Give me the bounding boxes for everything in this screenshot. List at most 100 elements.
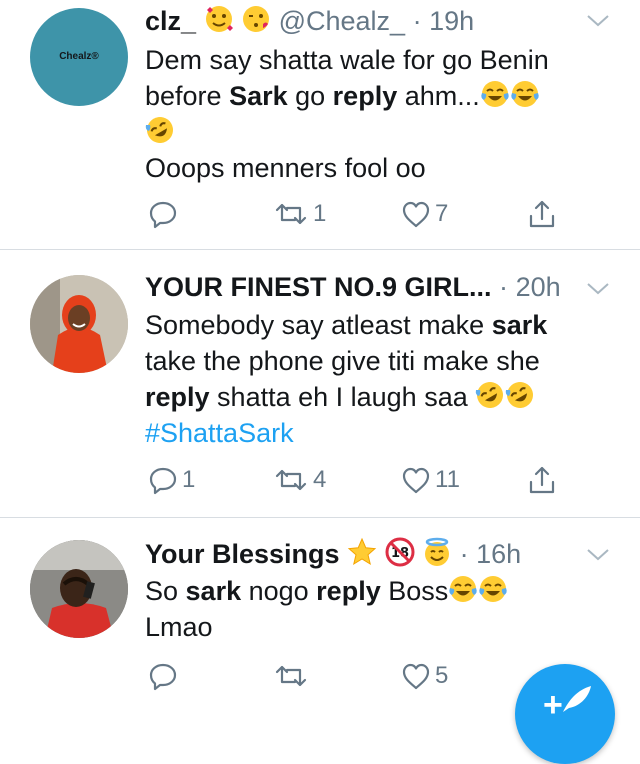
dot-separator: · [412,6,422,36]
tears-of-joy-emoji [481,81,509,107]
display-name[interactable]: YOUR FINEST NO.9 GIRL... [145,272,492,302]
like-count: 7 [435,200,449,227]
rolling-on-floor-laughing-emoji [476,382,504,408]
tweet-text: Dem say shatta wale for go Benin before … [145,42,600,186]
rolling-on-floor-laughing-emoji [145,117,173,143]
like-icon [402,467,430,494]
text-span: Ooops menners fool oo [145,153,426,183]
like-icon [402,663,430,690]
tears-of-joy-emoji [511,81,539,107]
feather-icon [563,686,591,712]
avatar[interactable] [30,275,128,373]
avatar-logo-text: Chealz® [59,51,99,62]
text-span: go [287,81,333,111]
display-name[interactable]: clz_ [145,6,196,36]
tweet-line [145,114,600,150]
avatar-photo [30,540,128,638]
face-blowing-kiss-emoji [243,6,270,32]
chevron-down-icon[interactable] [586,546,610,564]
like-button[interactable]: 5 [401,661,448,691]
compose-tweet-button[interactable]: + [515,664,615,764]
like-button[interactable]: 11 [401,465,460,495]
avatar[interactable]: Chealz® [30,8,128,106]
like-count: 11 [435,466,460,493]
retweet-count: 4 [313,466,327,493]
tweet-header: clz_ @Chealz_ · 19h [145,4,580,38]
reply-button[interactable]: 1 [148,465,195,495]
text-span: take the phone give titi make she [145,346,540,376]
display-name[interactable]: Your Blessings [145,539,340,569]
timestamp[interactable]: 19h [429,6,474,36]
tweet-line: Ooops menners fool oo [145,150,600,186]
retweet-icon [275,203,307,225]
chevron-down-icon[interactable] [586,12,610,30]
tweet[interactable]: YOUR FINEST NO.9 GIRL... · 20h Somebody … [0,250,640,518]
chevron-down-icon[interactable] [586,280,610,298]
tweet-line: before Sark go reply ahm... [145,78,600,114]
share-icon [529,200,555,228]
tweet-line: #ShattaSark [145,415,600,451]
tweet-line: reply shatta eh I laugh saa [145,379,600,415]
share-icon [529,466,555,494]
retweet-icon [275,469,307,491]
timestamp[interactable]: 16h [476,539,521,569]
smiling-face-with-halo-emoji [425,537,450,566]
highlight-text: reply [145,382,210,412]
reply-icon [149,467,177,495]
text-span: Boss [380,576,449,606]
avatar[interactable] [30,540,128,638]
reply-button[interactable] [148,661,182,691]
tweet-text: Somebody say atleast make sark take the … [145,307,600,451]
tweet-header: Your Blessings 18 · 16h [145,537,580,571]
dot-separator: · [459,539,469,569]
text-span: before [145,81,230,111]
like-button[interactable]: 7 [401,199,448,229]
no-one-under-eighteen-emoji: 18 [385,537,415,567]
like-count: 5 [435,662,449,689]
tweet-actions: 5 [145,661,565,691]
tweet-actions: 1 7 [145,199,565,229]
reply-button[interactable] [148,199,182,229]
retweet-button[interactable]: 1 [273,199,326,229]
share-button[interactable] [527,199,557,229]
retweet-button[interactable] [273,661,313,691]
tweet[interactable]: Chealz® clz_ @Chealz_ · 19h Dem say shat… [0,0,640,250]
highlight-text: sark [185,576,242,606]
tweet-line: Somebody say atleast make sark [145,307,600,343]
reply-icon [149,663,177,691]
retweet-count: 1 [313,200,327,227]
highlight-text: Sark [229,81,288,111]
text-span: So [145,576,186,606]
avatar-photo [30,275,128,373]
dot-separator: · [499,272,509,302]
like-icon [402,201,430,228]
text-span: Dem say shatta wale for go Benin [145,45,549,75]
timestamp[interactable]: 20h [516,272,561,302]
highlight-text: reply [332,81,398,111]
retweet-button[interactable]: 4 [273,465,326,495]
star-emoji [347,537,377,566]
share-button[interactable] [527,465,557,495]
handle[interactable]: @Chealz_ [279,6,405,36]
text-span: nogo [241,576,317,606]
highlight-text: reply [316,576,381,606]
tweet-line: So sark nogo reply Boss [145,573,600,609]
tweet-text: So sark nogo reply Boss Lmao [145,573,600,645]
tweet-actions: 1 4 11 [145,465,565,495]
tears-of-joy-emoji [449,576,477,602]
tears-of-joy-emoji [479,576,507,602]
tweet-line: Dem say shatta wale for go Benin [145,42,600,78]
text-span: shatta eh I laugh saa [209,382,468,412]
retweet-icon [275,665,307,687]
reply-icon [149,201,177,229]
highlight-text: sark [491,310,548,340]
smiling-face-with-hearts-emoji [205,6,233,32]
tweet-header: YOUR FINEST NO.9 GIRL... · 20h [145,272,580,306]
text-span: Somebody say atleast make [145,310,492,340]
reply-count: 1 [182,466,196,493]
text-span: ahm... [397,81,480,111]
text-span: Lmao [145,612,213,642]
tweet-line: Lmao [145,609,600,645]
tweet-line: take the phone give titi make she [145,343,600,379]
hashtag-link[interactable]: #ShattaSark [145,418,294,448]
